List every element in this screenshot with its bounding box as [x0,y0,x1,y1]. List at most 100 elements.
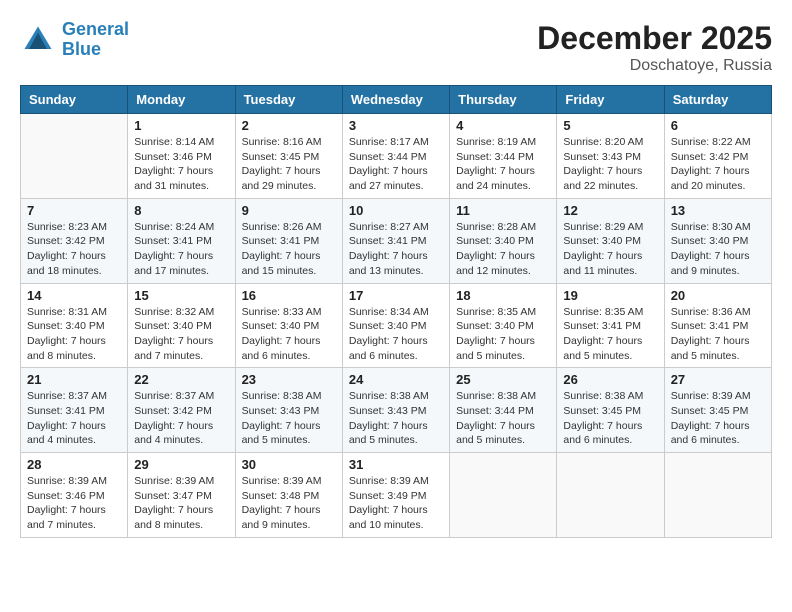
calendar-cell: 8 Sunrise: 8:24 AM Sunset: 3:41 PM Daylig… [128,198,235,283]
day-info: Sunrise: 8:22 AM Sunset: 3:42 PM Dayligh… [671,135,765,194]
weekday-header-wednesday: Wednesday [342,86,449,114]
day-number: 5 [563,118,657,133]
calendar-cell: 2 Sunrise: 8:16 AM Sunset: 3:45 PM Daylig… [235,114,342,199]
day-number: 2 [242,118,336,133]
day-info: Sunrise: 8:35 AM Sunset: 3:40 PM Dayligh… [456,305,550,364]
day-number: 7 [27,203,121,218]
day-number: 23 [242,372,336,387]
day-info: Sunrise: 8:17 AM Sunset: 3:44 PM Dayligh… [349,135,443,194]
day-number: 19 [563,288,657,303]
calendar-cell: 24Sunrise: 8:38 AM Sunset: 3:43 PM Dayli… [342,368,449,453]
day-info: Sunrise: 8:24 AM Sunset: 3:41 PM Dayligh… [134,220,228,279]
day-number: 16 [242,288,336,303]
day-info: Sunrise: 8:29 AM Sunset: 3:40 PM Dayligh… [563,220,657,279]
calendar-cell: 19 Sunrise: 8:35 AM Sunset: 3:41 PM Dayli… [557,283,664,368]
day-info: Sunrise: 8:31 AM Sunset: 3:40 PM Dayligh… [27,305,121,364]
day-number: 24 [349,372,443,387]
day-info: Sunrise: 8:39 AM Sunset: 3:46 PM Dayligh… [27,474,121,533]
calendar-cell: 23 Sunrise: 8:38 AM Sunset: 3:43 PM Dayli… [235,368,342,453]
day-info: Sunrise: 8:38 AM Sunset: 3:44 PM Dayligh… [456,389,550,448]
day-number: 4 [456,118,550,133]
day-info: Sunrise: 8:36 AM Sunset: 3:41 PM Dayligh… [671,305,765,364]
day-number: 31 [349,457,443,472]
day-number: 25 [456,372,550,387]
calendar-cell: 21Sunrise: 8:37 AM Sunset: 3:41 PM Dayli… [21,368,128,453]
day-info: Sunrise: 8:38 AM Sunset: 3:45 PM Dayligh… [563,389,657,448]
day-info: Sunrise: 8:35 AM Sunset: 3:41 PM Dayligh… [563,305,657,364]
calendar-cell: 4 Sunrise: 8:19 AM Sunset: 3:44 PM Daylig… [450,114,557,199]
day-info: Sunrise: 8:30 AM Sunset: 3:40 PM Dayligh… [671,220,765,279]
calendar-week-row: 7 Sunrise: 8:23 AM Sunset: 3:42 PM Daylig… [21,198,772,283]
calendar-cell: 27 Sunrise: 8:39 AM Sunset: 3:45 PM Dayli… [664,368,771,453]
calendar-cell: 6 Sunrise: 8:22 AM Sunset: 3:42 PM Daylig… [664,114,771,199]
day-number: 9 [242,203,336,218]
day-number: 6 [671,118,765,133]
calendar-cell: 30 Sunrise: 8:39 AM Sunset: 3:48 PM Dayli… [235,453,342,538]
calendar-cell: 12 Sunrise: 8:29 AM Sunset: 3:40 PM Dayli… [557,198,664,283]
calendar-week-row: 28 Sunrise: 8:39 AM Sunset: 3:46 PM Dayli… [21,453,772,538]
day-number: 28 [27,457,121,472]
day-number: 27 [671,372,765,387]
calendar-cell: 18Sunrise: 8:35 AM Sunset: 3:40 PM Dayli… [450,283,557,368]
day-number: 14 [27,288,121,303]
calendar-cell: 20 Sunrise: 8:36 AM Sunset: 3:41 PM Dayli… [664,283,771,368]
day-number: 15 [134,288,228,303]
day-number: 29 [134,457,228,472]
calendar-cell [664,453,771,538]
day-number: 13 [671,203,765,218]
day-info: Sunrise: 8:37 AM Sunset: 3:41 PM Dayligh… [27,389,121,448]
day-info: Sunrise: 8:23 AM Sunset: 3:42 PM Dayligh… [27,220,121,279]
calendar-cell: 10Sunrise: 8:27 AM Sunset: 3:41 PM Dayli… [342,198,449,283]
day-info: Sunrise: 8:14 AM Sunset: 3:46 PM Dayligh… [134,135,228,194]
calendar-cell [557,453,664,538]
calendar-cell: 11 Sunrise: 8:28 AM Sunset: 3:40 PM Dayli… [450,198,557,283]
day-info: Sunrise: 8:33 AM Sunset: 3:40 PM Dayligh… [242,305,336,364]
day-info: Sunrise: 8:28 AM Sunset: 3:40 PM Dayligh… [456,220,550,279]
calendar-cell: 31 Sunrise: 8:39 AM Sunset: 3:49 PM Dayli… [342,453,449,538]
day-number: 22 [134,372,228,387]
day-info: Sunrise: 8:19 AM Sunset: 3:44 PM Dayligh… [456,135,550,194]
weekday-header-thursday: Thursday [450,86,557,114]
weekday-header-tuesday: Tuesday [235,86,342,114]
day-info: Sunrise: 8:38 AM Sunset: 3:43 PM Dayligh… [242,389,336,448]
day-info: Sunrise: 8:39 AM Sunset: 3:47 PM Dayligh… [134,474,228,533]
calendar-cell: 16 Sunrise: 8:33 AM Sunset: 3:40 PM Dayli… [235,283,342,368]
day-info: Sunrise: 8:37 AM Sunset: 3:42 PM Dayligh… [134,389,228,448]
month-title: December 2025 [537,20,772,57]
day-info: Sunrise: 8:39 AM Sunset: 3:49 PM Dayligh… [349,474,443,533]
calendar-week-row: 1Sunrise: 8:14 AM Sunset: 3:46 PM Daylig… [21,114,772,199]
logo-icon [20,22,56,58]
day-number: 17 [349,288,443,303]
calendar-cell: 22 Sunrise: 8:37 AM Sunset: 3:42 PM Dayli… [128,368,235,453]
logo: General Blue [20,20,129,60]
calendar-week-row: 14 Sunrise: 8:31 AM Sunset: 3:40 PM Dayli… [21,283,772,368]
calendar-cell: 5Sunrise: 8:20 AM Sunset: 3:43 PM Daylig… [557,114,664,199]
day-number: 8 [134,203,228,218]
calendar-cell: 15Sunrise: 8:32 AM Sunset: 3:40 PM Dayli… [128,283,235,368]
weekday-header-friday: Friday [557,86,664,114]
calendar-cell: 29 Sunrise: 8:39 AM Sunset: 3:47 PM Dayli… [128,453,235,538]
day-number: 26 [563,372,657,387]
day-number: 10 [349,203,443,218]
calendar-cell: 3 Sunrise: 8:17 AM Sunset: 3:44 PM Daylig… [342,114,449,199]
day-number: 12 [563,203,657,218]
day-number: 30 [242,457,336,472]
weekday-header-saturday: Saturday [664,86,771,114]
day-number: 11 [456,203,550,218]
day-info: Sunrise: 8:16 AM Sunset: 3:45 PM Dayligh… [242,135,336,194]
title-block: December 2025 Doschatoye, Russia [537,20,772,75]
page-header: General Blue December 2025 Doschatoye, R… [20,20,772,75]
weekday-header-monday: Monday [128,86,235,114]
calendar-table: SundayMondayTuesdayWednesdayThursdayFrid… [20,85,772,538]
day-number: 20 [671,288,765,303]
calendar-cell: 9Sunrise: 8:26 AM Sunset: 3:41 PM Daylig… [235,198,342,283]
day-info: Sunrise: 8:39 AM Sunset: 3:48 PM Dayligh… [242,474,336,533]
calendar-cell: 26 Sunrise: 8:38 AM Sunset: 3:45 PM Dayli… [557,368,664,453]
day-info: Sunrise: 8:39 AM Sunset: 3:45 PM Dayligh… [671,389,765,448]
calendar-cell: 1Sunrise: 8:14 AM Sunset: 3:46 PM Daylig… [128,114,235,199]
calendar-cell [21,114,128,199]
day-number: 3 [349,118,443,133]
calendar-cell: 28 Sunrise: 8:39 AM Sunset: 3:46 PM Dayli… [21,453,128,538]
calendar-week-row: 21Sunrise: 8:37 AM Sunset: 3:41 PM Dayli… [21,368,772,453]
calendar-cell: 17Sunrise: 8:34 AM Sunset: 3:40 PM Dayli… [342,283,449,368]
